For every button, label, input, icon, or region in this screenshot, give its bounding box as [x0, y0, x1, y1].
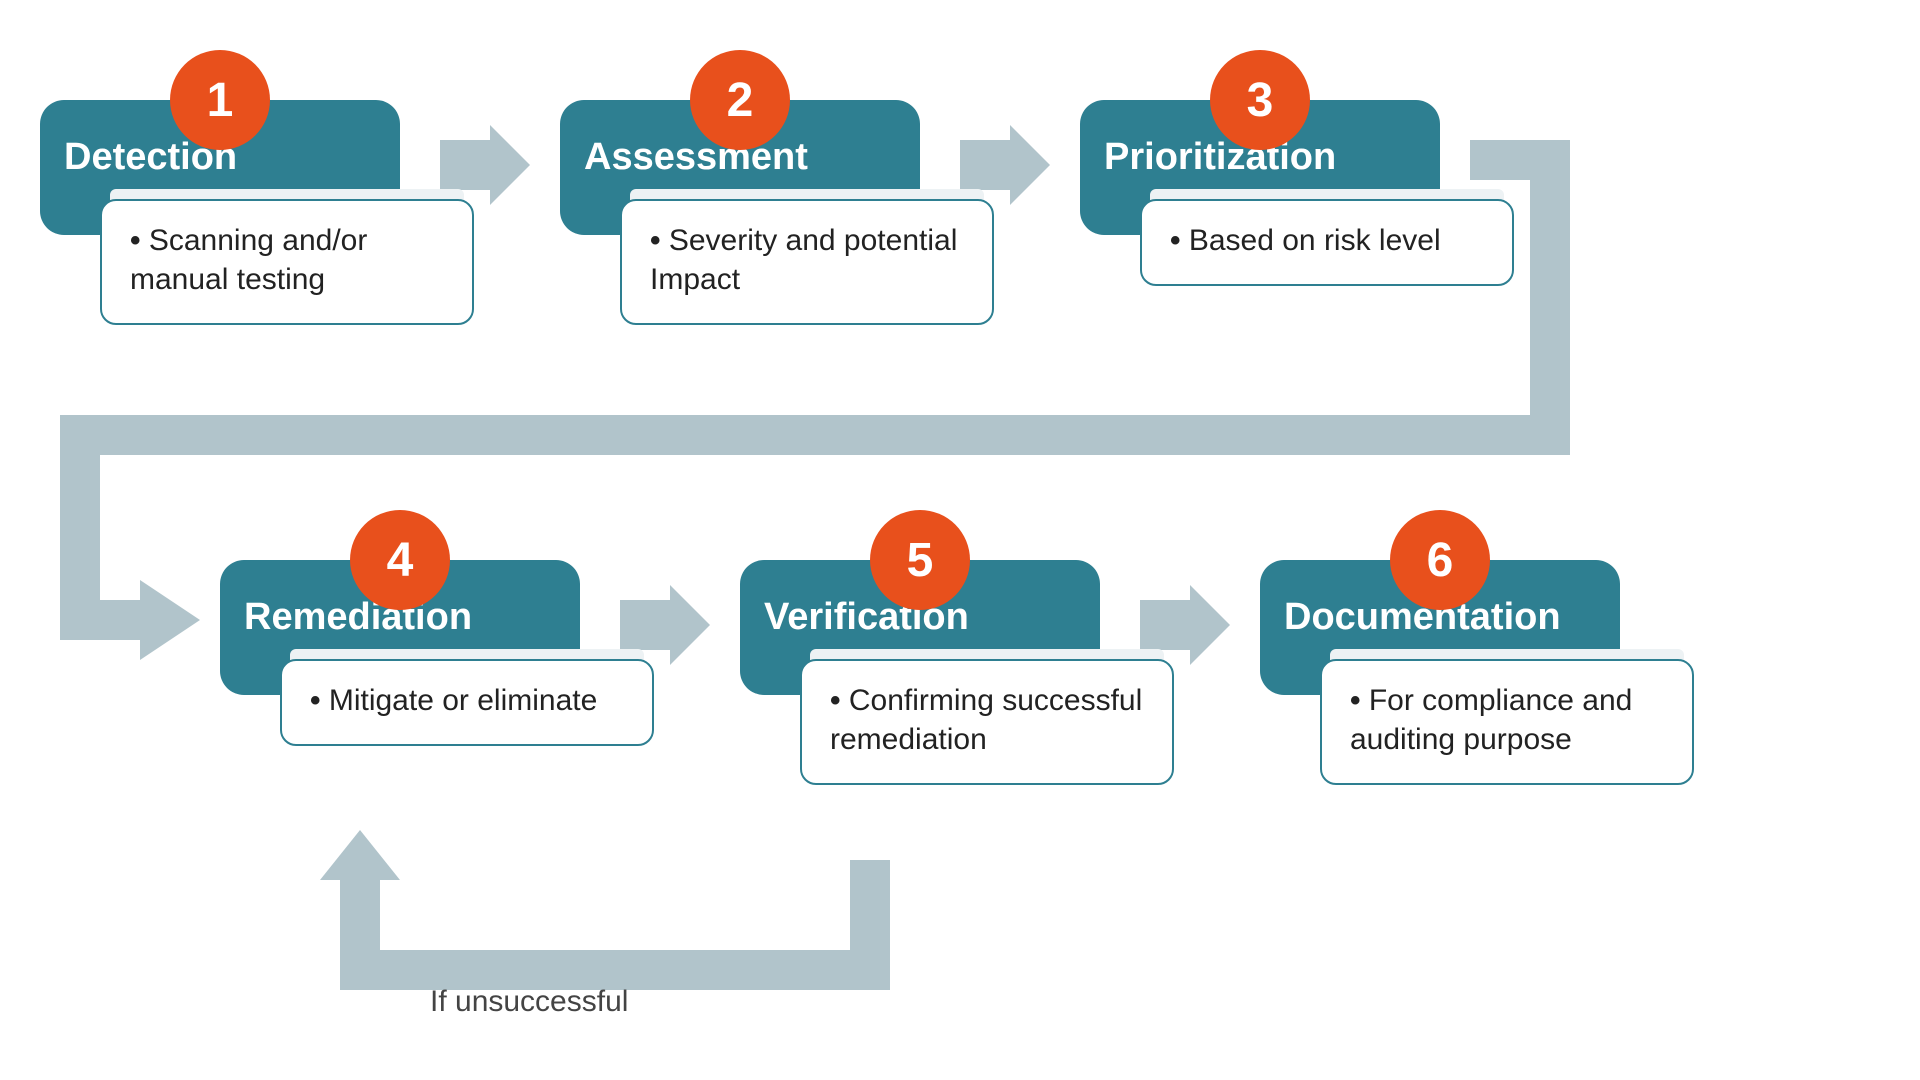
- step-verification: 5 Verification Confirming successful rem…: [740, 560, 1100, 785]
- step-detail: Confirming successful remediation: [800, 659, 1174, 785]
- arrow-forward: [1140, 600, 1230, 650]
- step-number-badge: 1: [170, 50, 270, 150]
- feedback-label: If unsuccessful: [430, 985, 628, 1019]
- step-detection: 1 Detection Scanning and/or manual testi…: [40, 100, 400, 325]
- step-number-badge: 4: [350, 510, 450, 610]
- step-detail: Severity and potential Impact: [620, 199, 994, 325]
- step-documentation: 6 Documentation For compliance and audit…: [1260, 560, 1620, 785]
- step-detail: Based on risk level: [1140, 199, 1514, 286]
- step-detail: Scanning and/or manual testing: [100, 199, 474, 325]
- step-number-badge: 5: [870, 510, 970, 610]
- arrow-forward: [960, 140, 1050, 190]
- step-number-badge: 6: [1390, 510, 1490, 610]
- arrow-forward: [620, 600, 710, 650]
- step-number-badge: 3: [1210, 50, 1310, 150]
- step-prioritization: 3 Prioritization Based on risk level: [1080, 100, 1440, 286]
- arrow-forward: [440, 140, 530, 190]
- step-detail: For compliance and auditing purpose: [1320, 659, 1694, 785]
- step-number-badge: 2: [690, 50, 790, 150]
- step-assessment: 2 Assessment Severity and potential Impa…: [560, 100, 920, 325]
- process-diagram: 1 Detection Scanning and/or manual testi…: [0, 0, 1920, 1080]
- step-detail: Mitigate or eliminate: [280, 659, 654, 746]
- step-remediation: 4 Remediation Mitigate or eliminate: [220, 560, 580, 746]
